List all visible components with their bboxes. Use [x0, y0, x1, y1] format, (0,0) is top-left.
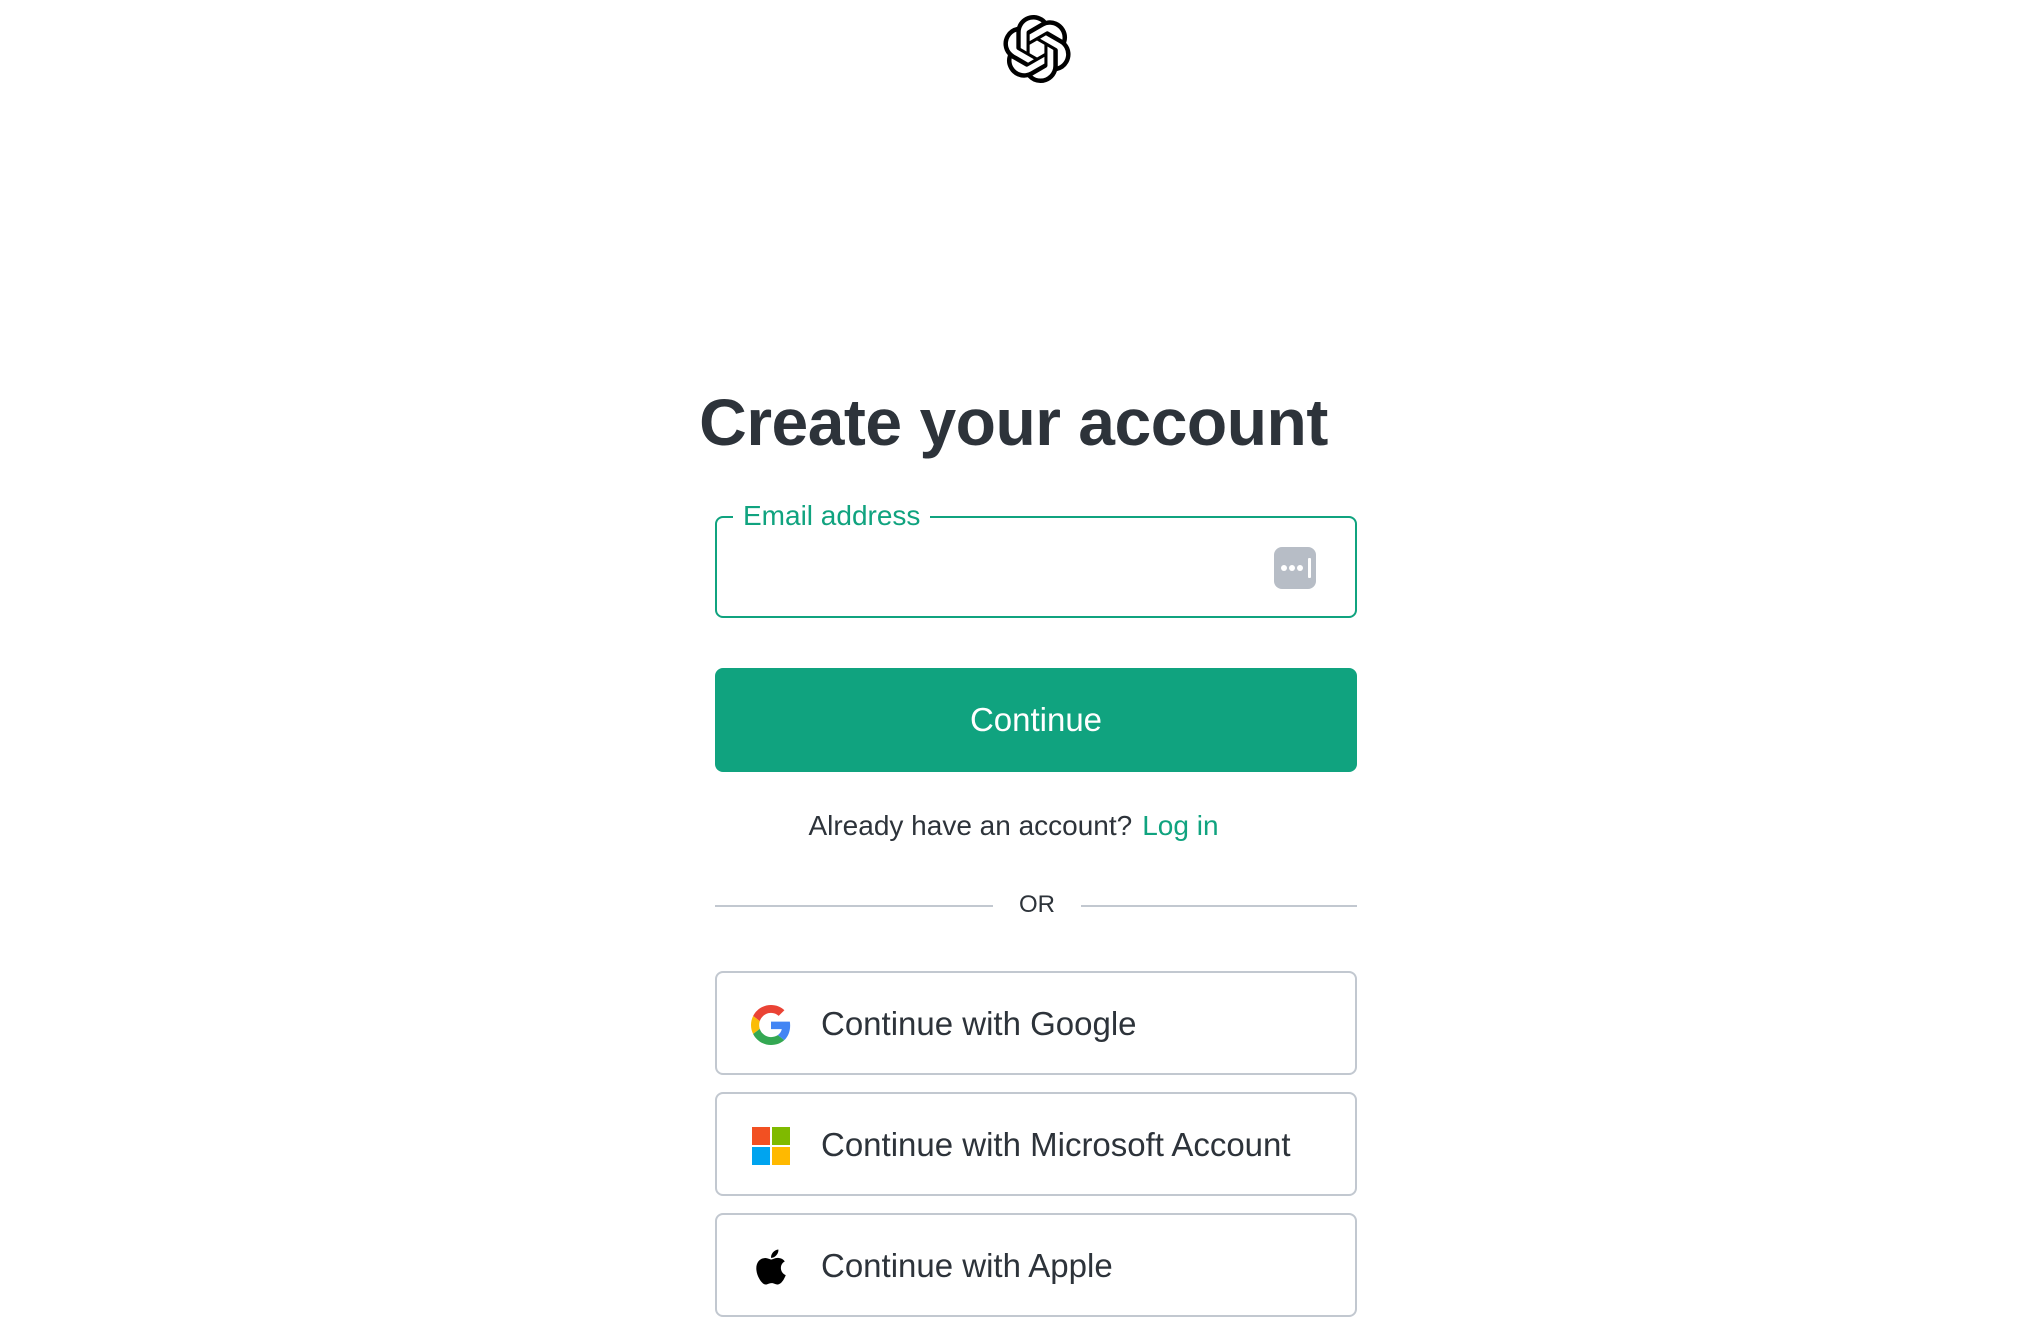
microsoft-button[interactable]: Continue with Microsoft Account	[715, 1092, 1357, 1196]
email-field[interactable]: Email address	[715, 499, 1357, 618]
login-prompt-text: Already have an account?	[808, 810, 1133, 841]
divider-left	[715, 905, 993, 907]
google-icon	[751, 1005, 791, 1045]
continue-button[interactable]: Continue	[715, 668, 1357, 772]
page-title: Create your account	[699, 385, 1328, 459]
apple-button-label: Continue with Apple	[821, 1247, 1113, 1284]
email-label: Email address	[733, 499, 931, 533]
google-button[interactable]: Continue with Google	[715, 971, 1357, 1075]
google-button-label: Continue with Google	[821, 1005, 1137, 1042]
apple-icon	[751, 1247, 791, 1287]
divider-or: OR	[1019, 891, 1055, 918]
login-link[interactable]: Log in	[1142, 810, 1218, 841]
password-manager-icon[interactable]	[1274, 547, 1316, 589]
microsoft-button-label: Continue with Microsoft Account	[821, 1126, 1291, 1163]
login-prompt: Already have an account? Log in	[0, 808, 2027, 844]
divider-right	[1081, 905, 1357, 907]
openai-logo-icon	[1003, 15, 1071, 83]
apple-button[interactable]: Continue with Apple	[715, 1213, 1357, 1317]
microsoft-icon	[752, 1127, 790, 1165]
email-input[interactable]	[735, 538, 1259, 600]
